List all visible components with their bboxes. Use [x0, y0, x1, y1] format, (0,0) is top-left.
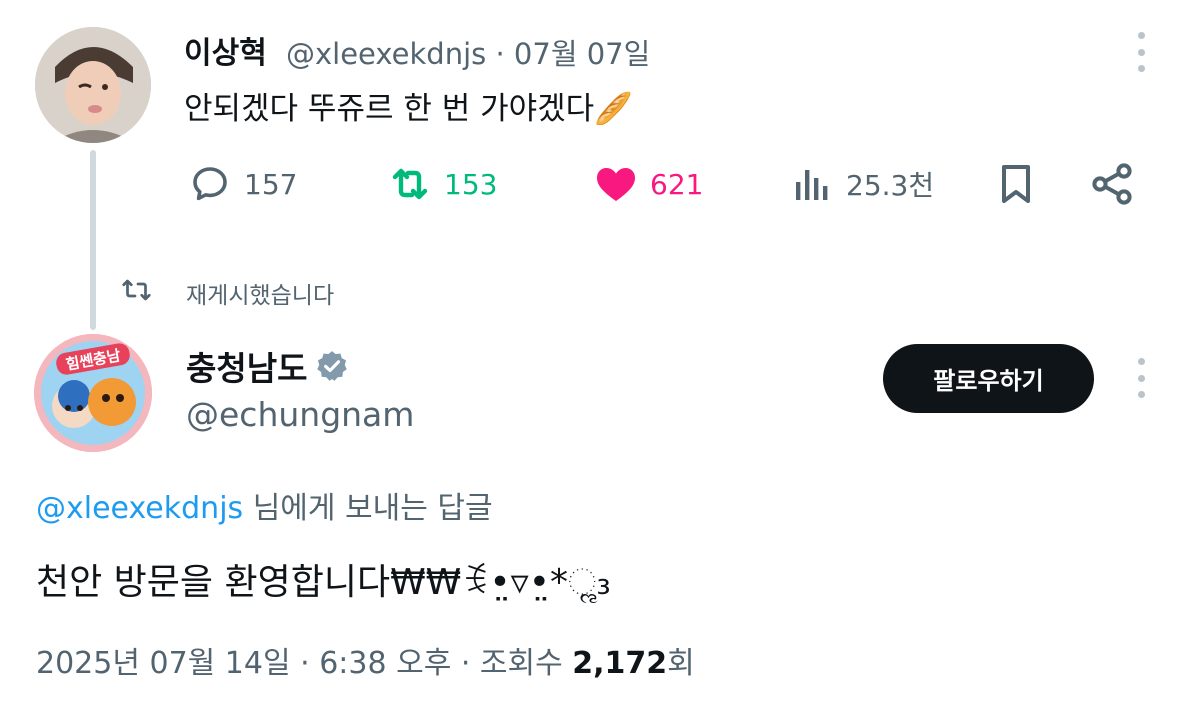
profile-logo: 힘쎈충남: [34, 334, 152, 452]
author-name[interactable]: 충청남도: [186, 342, 307, 390]
separator: ·: [451, 646, 480, 681]
views-label: 조회수: [479, 646, 573, 681]
author-handle[interactable]: @xleexekdnjs: [286, 37, 486, 71]
replying-to-suffix: 님에게 보내는 답글: [243, 491, 493, 526]
bookmark-button[interactable]: [992, 160, 1040, 208]
views-button[interactable]: 25.3천: [788, 160, 934, 208]
reply-button[interactable]: 157: [186, 160, 297, 208]
share-button[interactable]: [1088, 160, 1136, 208]
tweet-time[interactable]: 6:38 오후: [319, 646, 451, 681]
reply-count: 157: [244, 167, 298, 201]
bookmark-icon: [1002, 165, 1030, 203]
more-options-icon[interactable]: [1136, 358, 1146, 398]
verified-badge-icon[interactable]: [315, 349, 349, 383]
tweet-meta: 2025년 07월 14일 · 6:38 오후 · 조회수 2,172회: [36, 638, 695, 682]
tweet-text: 안되겠다 뚜쥬르 한 번 가야겠다🥖: [184, 91, 633, 127]
retweet-button[interactable]: 153: [386, 160, 497, 208]
follow-button[interactable]: 팔로우하기: [883, 344, 1094, 413]
views-suffix: 회: [667, 646, 695, 681]
thread-line: [90, 150, 96, 330]
views-count: 2,172: [572, 646, 668, 681]
heart-icon: [597, 168, 635, 201]
reply-icon: [193, 167, 227, 201]
retweet-count: 153: [444, 167, 498, 201]
separator: ·: [290, 646, 320, 681]
views-count: 25.3천: [846, 169, 935, 202]
author-name-row: 충청남도: [186, 342, 349, 390]
mention-link[interactable]: @xleexekdnjs: [36, 491, 243, 526]
like-button[interactable]: 621: [592, 160, 703, 208]
retweet-icon: [392, 168, 428, 200]
tweet-date[interactable]: 07월 07일: [514, 37, 650, 71]
tweet-text: 천안 방문을 환영합니다₩₩ꉂ•̤▿•̤*ૢ₃: [36, 562, 611, 603]
handle-and-date: @xleexekdnjs · 07월 07일: [286, 31, 650, 73]
separator: ·: [495, 37, 505, 71]
more-options-icon[interactable]: [1136, 32, 1146, 72]
profile-photo: [35, 27, 151, 143]
views-chart-icon: [796, 170, 828, 200]
author-handle[interactable]: @echungnam: [186, 395, 414, 434]
replying-to: @xleexekdnjs 님에게 보내는 답글: [36, 483, 493, 527]
author-name[interactable]: 이상혁: [184, 28, 267, 72]
retweeted-icon: [120, 276, 156, 304]
retweeted-label: 재게시했습니다: [186, 283, 335, 309]
tweet-date[interactable]: 2025년 07월 14일: [36, 646, 291, 681]
avatar[interactable]: [35, 27, 151, 143]
share-icon: [1092, 163, 1132, 205]
like-count: 621: [650, 167, 704, 201]
avatar[interactable]: 힘쎈충남: [34, 334, 152, 452]
